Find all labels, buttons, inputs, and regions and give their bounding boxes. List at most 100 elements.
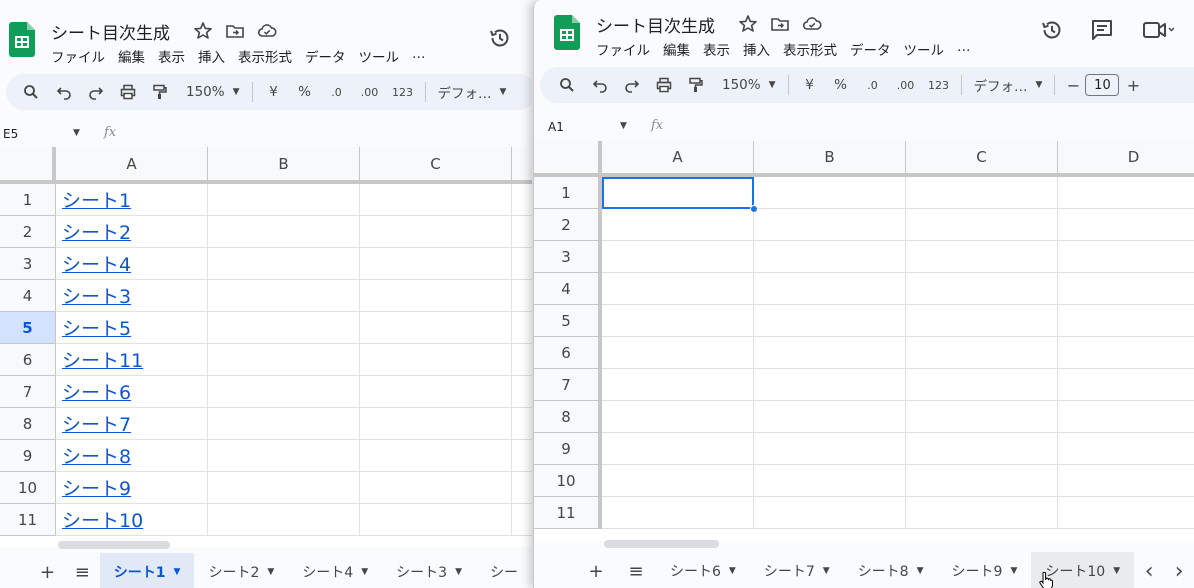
row-header[interactable]: 7: [534, 369, 602, 401]
menu-view[interactable]: 表示: [703, 39, 730, 59]
cell-c[interactable]: [360, 472, 512, 504]
paint-format-icon[interactable]: [680, 71, 712, 99]
cell-c[interactable]: [360, 504, 512, 536]
menu-tools[interactable]: ツール: [904, 39, 945, 59]
row-header[interactable]: 9: [534, 433, 602, 465]
column-header-a[interactable]: A: [56, 147, 208, 184]
cell-c[interactable]: [906, 497, 1058, 529]
tab-caret-icon[interactable]: ▼: [455, 567, 462, 577]
cell-c[interactable]: [906, 209, 1058, 241]
cell-c[interactable]: [906, 465, 1058, 497]
undo-icon[interactable]: [48, 78, 80, 106]
sheet-tab-3[interactable]: シート3 ▼: [382, 553, 476, 588]
cell-b[interactable]: [754, 241, 906, 273]
format-currency-button[interactable]: ¥: [259, 78, 289, 106]
sheet-link-cell[interactable]: シート2: [56, 216, 208, 248]
version-history-icon[interactable]: [1040, 18, 1064, 42]
cell-d[interactable]: [1058, 465, 1194, 497]
add-sheet-button[interactable]: +: [576, 552, 616, 588]
cell-b[interactable]: [208, 184, 360, 216]
cell-d[interactable]: [512, 376, 532, 408]
cell-b[interactable]: [208, 376, 360, 408]
cell-c[interactable]: [906, 369, 1058, 401]
paint-format-icon[interactable]: [144, 78, 176, 106]
cell-b[interactable]: [754, 497, 906, 529]
cell-c[interactable]: [360, 376, 512, 408]
cell-a[interactable]: [602, 273, 754, 305]
cell-b[interactable]: [754, 177, 906, 209]
cell-d[interactable]: [512, 184, 532, 216]
row-header[interactable]: 5: [0, 312, 56, 344]
cell-a[interactable]: [602, 401, 754, 433]
menu-more[interactable]: …: [412, 46, 426, 66]
cell-b[interactable]: [754, 209, 906, 241]
redo-icon[interactable]: [80, 78, 112, 106]
cell-a[interactable]: [602, 337, 754, 369]
cell-b[interactable]: [754, 465, 906, 497]
tab-caret-icon[interactable]: ▼: [361, 567, 368, 577]
cell-d[interactable]: [512, 248, 532, 280]
scroll-tabs-left-button[interactable]: ‹: [1134, 552, 1164, 588]
cell-d[interactable]: [1058, 305, 1194, 337]
column-header-d[interactable]: D: [1058, 141, 1194, 177]
selected-cell[interactable]: [602, 177, 754, 209]
cell-d[interactable]: [512, 312, 532, 344]
sheet-link-cell[interactable]: シート6: [56, 376, 208, 408]
all-sheets-button[interactable]: ≡: [616, 552, 656, 588]
menu-data[interactable]: データ: [850, 39, 891, 59]
cell-b[interactable]: [208, 472, 360, 504]
sheet-link-cell[interactable]: シート9: [56, 472, 208, 504]
cell-b[interactable]: [754, 369, 906, 401]
sheet-tab-2[interactable]: シート2 ▼: [194, 553, 288, 588]
column-header-c[interactable]: C: [360, 147, 512, 184]
cell-d[interactable]: [512, 472, 532, 504]
tab-caret-icon[interactable]: ▼: [1113, 566, 1120, 576]
cell-b[interactable]: [208, 216, 360, 248]
cell-a[interactable]: [602, 465, 754, 497]
format-currency-button[interactable]: ¥: [795, 71, 825, 99]
sheet-grid[interactable]: A B C 1 シート1 2 シート2 3 シート4 4 シート3 5 シート5 6 シート11 7 シー…: [0, 147, 532, 547]
cell-b[interactable]: [208, 440, 360, 472]
name-box-caret-icon[interactable]: ▼: [73, 128, 80, 138]
row-header[interactable]: 10: [534, 465, 602, 497]
cell-b[interactable]: [208, 280, 360, 312]
cell-a[interactable]: [602, 433, 754, 465]
row-header[interactable]: 11: [534, 497, 602, 529]
cell-d[interactable]: [1058, 433, 1194, 465]
cell-c[interactable]: [360, 312, 512, 344]
cell-d[interactable]: [1058, 209, 1194, 241]
cell-b[interactable]: [754, 337, 906, 369]
row-header[interactable]: 1: [534, 177, 602, 209]
cell-d[interactable]: [1058, 337, 1194, 369]
move-folder-icon[interactable]: [225, 21, 245, 41]
menu-insert[interactable]: 挿入: [743, 39, 770, 59]
menu-view[interactable]: 表示: [158, 46, 185, 66]
menu-edit[interactable]: 編集: [118, 46, 145, 66]
cloud-saved-icon[interactable]: [802, 14, 822, 34]
horizontal-scrollbar[interactable]: [604, 540, 719, 548]
tab-caret-icon[interactable]: ▼: [267, 567, 274, 577]
row-header[interactable]: 3: [534, 241, 602, 273]
document-title[interactable]: シート目次生成: [596, 12, 715, 37]
sheet-tab-7[interactable]: シート7 ▼: [750, 552, 844, 588]
select-all-corner[interactable]: [534, 141, 602, 177]
sheets-logo-icon[interactable]: [9, 22, 35, 57]
sheet-link-cell[interactable]: シート5: [56, 312, 208, 344]
row-header[interactable]: 8: [0, 408, 56, 440]
sheet-link-cell[interactable]: シート4: [56, 248, 208, 280]
tab-caret-icon[interactable]: ▼: [917, 566, 924, 576]
tab-caret-icon[interactable]: ▼: [174, 567, 181, 577]
version-history-icon[interactable]: [488, 26, 512, 50]
font-select[interactable]: デフォ… ▼: [438, 78, 507, 106]
row-header[interactable]: 9: [0, 440, 56, 472]
cell-a[interactable]: [602, 209, 754, 241]
cell-c[interactable]: [360, 216, 512, 248]
cell-b[interactable]: [208, 312, 360, 344]
row-header[interactable]: 7: [0, 376, 56, 408]
font-size-input[interactable]: 10: [1085, 74, 1120, 96]
zoom-select[interactable]: 150% ▼: [722, 71, 776, 99]
row-header[interactable]: 4: [534, 273, 602, 305]
font-select[interactable]: デフォ… ▼: [974, 71, 1043, 99]
cell-d[interactable]: [1058, 401, 1194, 433]
menu-data[interactable]: データ: [305, 46, 346, 66]
